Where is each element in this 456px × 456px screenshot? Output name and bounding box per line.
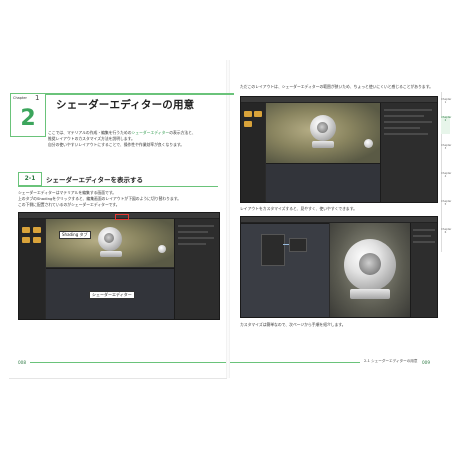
panel-row [384,133,428,135]
file-browser-panel [241,103,265,202]
intro-text: ここでは、マテリアルの作成・編集を行うためのシェーダーエディターの表示方法と、 … [48,130,218,147]
chapter-badge: Chapter 1 2 [10,93,46,137]
panel-row [413,235,431,237]
3d-viewport[interactable] [266,103,380,163]
section-body: シェーダーエディターはマテリアルを編集する画面です。 上のタブのShadingを… [18,190,218,207]
blender-screenshot-custom [240,216,438,318]
material-ball-detail [104,233,114,243]
pedestal [312,141,334,148]
hdri-preview-ball [158,245,166,253]
page-number-left: 008 [18,360,26,365]
3d-viewport[interactable] [46,219,174,267]
section-line-3: この下側に配置されているのがシェーダーエディターです。 [18,201,120,207]
folder-icon [244,121,252,127]
shader-editor-area[interactable] [241,223,329,317]
section-number: 2-1 [18,172,42,186]
folder-icon [244,111,252,117]
chapter-rule [44,93,234,95]
properties-panel [410,223,437,317]
panel-row [178,231,208,233]
node [289,238,307,252]
hdri-preview-ball [364,139,373,148]
intro-line-1: ここでは、マテリアルの作成・編集を行うためのシェーダーエディターの表示方法と、 [48,130,196,135]
intro-line-3: 自分の使いやすいレイアウトにすることで、操作性や作業効率が良くなります。 [48,141,185,147]
highlight-shading-tab [115,214,129,220]
properties-panel [174,219,219,319]
folder-icon [22,237,30,243]
properties-panel [380,103,437,202]
material-ball-detail [359,253,381,275]
side-tab-chapter-6: Chapter 6 [441,228,452,234]
section-rule [18,186,218,187]
folio-rule-left [30,362,226,363]
file-browser-panel [19,219,45,319]
shader-editor-area[interactable] [266,163,380,202]
side-tab-chapter-5: Chapter 5 [441,200,452,206]
side-tab-chapter-2: Chapter 2 [441,116,451,134]
folder-icon [22,227,30,233]
caption-mid: レイアウトをカスタマイズすると、見やすく、使いやすくできます。 [240,206,357,211]
folder-icon [33,227,41,233]
page-number-right: 009 [422,360,430,365]
section-title: シェーダーエディターを表示する [46,176,144,184]
chapter-number-small: 1 [35,94,40,102]
panel-row [384,121,432,123]
blender-screenshot-shading: Shading タブ シェーダーエディター [18,212,220,320]
panel-row [384,127,420,129]
folder-icon [33,237,41,243]
intro-highlight: シェーダーエディター [131,130,170,135]
callout-shading-tab: Shading タブ [59,231,91,239]
panel-row [413,241,435,243]
side-tab-chapter-1: Chapter 1 [441,98,452,104]
pedestal [350,289,390,299]
panel-row [178,243,206,245]
blender-screenshot-default [240,96,438,203]
side-tab-chapter-4: Chapter 4 [441,172,452,178]
caption-top: ただこのレイアウトは、シェーダーエディターの範囲が狭いため、ちょっと使いにくいと… [240,84,433,89]
node-wire [283,244,289,245]
material-ball-detail [317,122,328,133]
side-tab-chapter-3: Chapter 3 [441,144,452,150]
chapter-number: 2 [20,106,36,131]
callout-shader-editor: シェーダーエディター [89,291,135,299]
pedestal [100,251,122,257]
panel-row [384,109,432,111]
running-head: 2-1 シェーダーエディターの用意 [364,359,418,363]
node [261,234,285,266]
chapter-label: Chapter [13,96,27,100]
panel-row [178,225,214,227]
panel-row [384,115,424,117]
chapter-title: シェーダーエディターの用意 [56,99,195,111]
folio-rule-right [230,362,360,363]
book-spread: Chapter 1 2 シェーダーエディターの用意 ここでは、マテリアルの作成・… [0,0,456,456]
chapter-index-tabs: Chapter 1 Chapter 2 Chapter 3 Chapter 4 … [441,92,452,252]
caption-bottom: カスタマイズは簡単なので、次ページから手順を紹介します。 [240,322,346,327]
panel-row [178,237,214,239]
folder-icon [254,111,262,117]
3d-viewport[interactable] [330,223,410,317]
panel-row [413,229,435,231]
